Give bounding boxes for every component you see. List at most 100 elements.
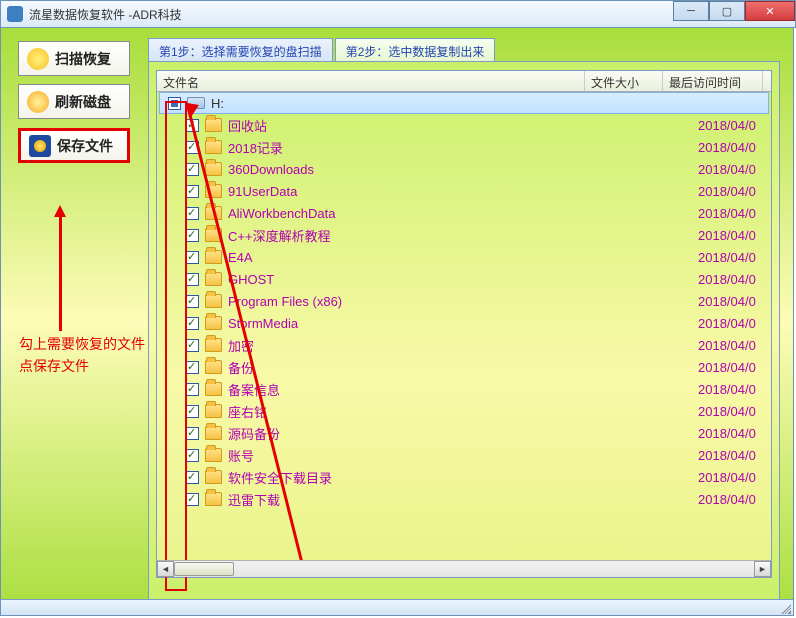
file-name: 加密: [228, 336, 620, 355]
file-date: 2018/04/0: [698, 272, 756, 287]
file-checkbox[interactable]: [186, 427, 199, 440]
folder-icon: [205, 228, 222, 242]
window-title: 流星数据恢复软件 -ADR科技: [29, 6, 182, 23]
file-date: 2018/04/0: [698, 184, 756, 199]
file-date: 2018/04/0: [698, 118, 756, 133]
file-row[interactable]: 加密 2018/04/0: [157, 334, 771, 356]
maximize-button[interactable]: ▢: [709, 1, 745, 21]
file-row[interactable]: StormMedia2018/04/0: [157, 312, 771, 334]
folder-icon: [205, 294, 222, 308]
file-name: 360Downloads: [228, 162, 620, 177]
annotation-arrow-icon: [59, 209, 62, 331]
file-list: 文件名 文件大小 最后访问时间 H: 回收站2018/04/02018记录201…: [156, 70, 772, 578]
scroll-right-button[interactable]: ►: [754, 561, 771, 577]
file-date: 2018/04/0: [698, 404, 756, 419]
save-label: 保存文件: [57, 136, 113, 156]
file-date: 2018/04/0: [698, 338, 756, 353]
file-row[interactable]: GHOST2018/04/0: [157, 268, 771, 290]
file-row[interactable]: 座右铭2018/04/0: [157, 400, 771, 422]
file-name: C++深度解析教程: [228, 226, 620, 245]
file-name: 源码备份: [228, 424, 620, 443]
file-checkbox[interactable]: [186, 207, 199, 220]
file-checkbox[interactable]: [186, 471, 199, 484]
minimize-button[interactable]: ─: [673, 1, 709, 21]
scan-recover-button[interactable]: 扫描恢复: [18, 41, 130, 76]
file-checkbox[interactable]: [186, 185, 199, 198]
file-checkbox[interactable]: [186, 383, 199, 396]
file-row[interactable]: 备案信息2018/04/0: [157, 378, 771, 400]
file-checkbox[interactable]: [186, 449, 199, 462]
file-row[interactable]: AliWorkbenchData2018/04/0: [157, 202, 771, 224]
file-checkbox[interactable]: [186, 229, 199, 242]
file-date: 2018/04/0: [698, 470, 756, 485]
file-row[interactable]: Program Files (x86)2018/04/0: [157, 290, 771, 312]
refresh-disk-button[interactable]: 刷新磁盘: [18, 84, 130, 119]
file-row[interactable]: 迅雷下载2018/04/0: [157, 488, 771, 510]
file-checkbox[interactable]: [186, 361, 199, 374]
refresh-icon: [27, 91, 49, 113]
file-name: 2018记录: [228, 138, 620, 157]
annotation-line1: 勾上需要恢复的文件: [19, 333, 145, 355]
col-filesize[interactable]: 文件大小: [585, 71, 663, 91]
folder-icon: [205, 492, 222, 506]
status-bar: [1, 599, 793, 615]
file-row[interactable]: 回收站2018/04/0: [157, 114, 771, 136]
file-checkbox[interactable]: [186, 317, 199, 330]
col-filename[interactable]: 文件名: [157, 71, 585, 91]
file-date: 2018/04/0: [698, 360, 756, 375]
file-row[interactable]: 账号 2018/04/0: [157, 444, 771, 466]
file-checkbox[interactable]: [186, 251, 199, 264]
folder-icon: [205, 250, 222, 264]
file-name: E4A: [228, 250, 620, 265]
scan-label: 扫描恢复: [55, 49, 111, 69]
file-date: 2018/04/0: [698, 448, 756, 463]
main-panel: 文件名 文件大小 最后访问时间 H: 回收站2018/04/02018记录201…: [148, 61, 780, 601]
file-row[interactable]: 源码备份 2018/04/0: [157, 422, 771, 444]
col-filedate[interactable]: 最后访问时间: [663, 71, 763, 91]
scroll-left-button[interactable]: ◄: [157, 561, 174, 577]
file-checkbox[interactable]: [186, 405, 199, 418]
drive-root-row[interactable]: H:: [159, 92, 769, 114]
root-label: H:: [211, 96, 618, 111]
file-name: 备份: [228, 358, 620, 377]
annotation-line2: 点保存文件: [19, 355, 145, 377]
file-row[interactable]: 软件安全下载目录2018/04/0: [157, 466, 771, 488]
scroll-track[interactable]: [234, 561, 754, 577]
refresh-label: 刷新磁盘: [55, 92, 111, 112]
file-name: StormMedia: [228, 316, 620, 331]
folder-icon: [205, 162, 222, 176]
file-row[interactable]: 2018记录2018/04/0: [157, 136, 771, 158]
scroll-thumb[interactable]: [174, 562, 234, 576]
folder-icon: [205, 382, 222, 396]
file-date: 2018/04/0: [698, 426, 756, 441]
file-date: 2018/04/0: [698, 492, 756, 507]
file-row[interactable]: E4A 2018/04/0: [157, 246, 771, 268]
root-checkbox[interactable]: [168, 97, 181, 110]
annotation-text: 勾上需要恢复的文件 点保存文件: [19, 333, 145, 377]
save-file-button[interactable]: 保存文件: [18, 128, 130, 163]
folder-icon: [205, 470, 222, 484]
file-name: 备案信息: [228, 380, 620, 399]
file-checkbox[interactable]: [186, 119, 199, 132]
file-checkbox[interactable]: [186, 493, 199, 506]
close-button[interactable]: ✕: [745, 1, 795, 21]
file-checkbox[interactable]: [186, 141, 199, 154]
file-row[interactable]: C++深度解析教程2018/04/0: [157, 224, 771, 246]
folder-icon: [205, 140, 222, 154]
file-row[interactable]: 91UserData2018/04/0: [157, 180, 771, 202]
folder-icon: [205, 360, 222, 374]
file-checkbox[interactable]: [186, 295, 199, 308]
resize-grip-icon[interactable]: [779, 602, 791, 614]
file-date: 2018/04/0: [698, 162, 756, 177]
folder-icon: [205, 272, 222, 286]
window-titlebar: 流星数据恢复软件 -ADR科技 ─ ▢ ✕: [0, 0, 796, 28]
horizontal-scrollbar[interactable]: ◄ ►: [157, 560, 771, 577]
file-name: 账号: [228, 446, 620, 465]
file-checkbox[interactable]: [186, 163, 199, 176]
file-row[interactable]: 360Downloads 2018/04/0: [157, 158, 771, 180]
file-checkbox[interactable]: [186, 273, 199, 286]
file-date: 2018/04/0: [698, 250, 756, 265]
file-row[interactable]: 备份 2018/04/0: [157, 356, 771, 378]
file-checkbox[interactable]: [186, 339, 199, 352]
folder-icon: [205, 118, 222, 132]
